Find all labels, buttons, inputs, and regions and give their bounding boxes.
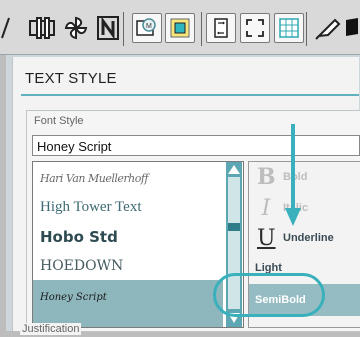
title-divider bbox=[21, 94, 359, 96]
screen-mode-icon[interactable]: M bbox=[132, 13, 162, 43]
justification-label: Justification bbox=[20, 323, 82, 335]
scroll-track[interactable] bbox=[228, 223, 240, 231]
grid-icon[interactable] bbox=[274, 13, 304, 43]
underline-icon: U bbox=[257, 225, 276, 251]
bold-icon: B bbox=[257, 164, 276, 190]
scroll-thumb[interactable] bbox=[228, 177, 240, 223]
font-style-label: Font Style bbox=[34, 115, 84, 127]
font-style-input[interactable]: Honey Script bbox=[32, 135, 360, 156]
font-item-honey-script[interactable]: Honey Script bbox=[33, 280, 223, 314]
font-item-hobo-std[interactable]: Hobo Std bbox=[33, 221, 223, 253]
toolbar-separator bbox=[306, 12, 307, 46]
page-swap-icon[interactable] bbox=[206, 13, 236, 43]
highlight-ring bbox=[213, 273, 325, 317]
slash-icon[interactable] bbox=[0, 13, 12, 43]
panel-title: TEXT STYLE bbox=[25, 70, 117, 87]
font-item-high-tower-text[interactable]: High Tower Text bbox=[33, 191, 223, 223]
svg-text:M: M bbox=[146, 23, 152, 30]
italic-icon: I bbox=[261, 195, 271, 221]
font-list[interactable]: Hari Van Muellerhoff High Tower Text Hob… bbox=[32, 161, 244, 328]
style-label-underline: Underline bbox=[283, 232, 334, 244]
toolbar: M bbox=[0, 0, 360, 55]
down-arrow-annotation bbox=[285, 124, 301, 226]
fit-to-screen-icon[interactable] bbox=[240, 13, 270, 43]
text-edit-icon[interactable] bbox=[93, 13, 123, 43]
scroll-up-arrow[interactable] bbox=[226, 162, 242, 177]
style-item-italic[interactable]: I Italic bbox=[249, 193, 360, 223]
fill-color-icon[interactable] bbox=[165, 13, 195, 43]
highlighter-icon[interactable] bbox=[312, 13, 342, 43]
font-item-hari-van-muellerhoff[interactable]: Hari Van Muellerhoff bbox=[33, 162, 223, 194]
style-item-underline[interactable]: U Underline bbox=[249, 223, 360, 253]
eraser-icon[interactable] bbox=[342, 13, 360, 43]
pinwheel-icon[interactable] bbox=[61, 13, 91, 43]
toolbar-separator bbox=[123, 12, 124, 46]
toolbar-separator bbox=[201, 12, 202, 46]
align-center-icon[interactable] bbox=[27, 13, 57, 43]
style-item-bold[interactable]: B Bold bbox=[249, 162, 360, 192]
font-item-hoedown[interactable]: HOEDOWN bbox=[33, 250, 223, 282]
